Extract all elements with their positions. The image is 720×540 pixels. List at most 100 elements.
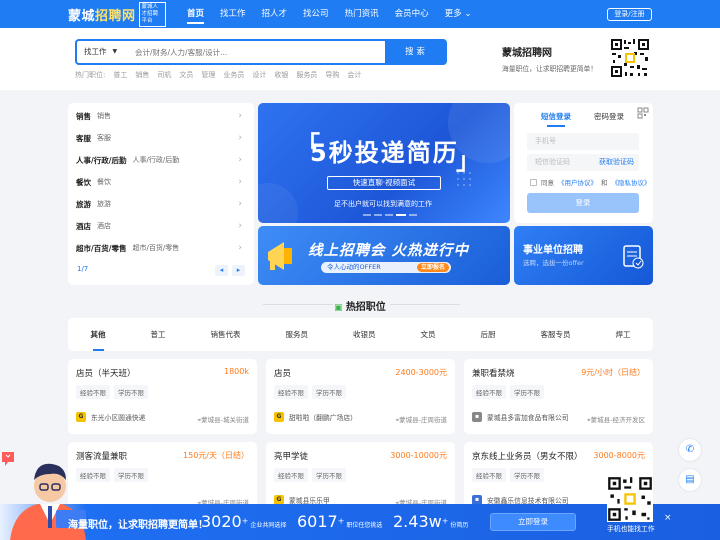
- agree-and: 和: [601, 179, 608, 187]
- caret-down-icon: ▼: [112, 48, 118, 55]
- next-page-button[interactable]: ▸: [232, 265, 245, 276]
- tab-sms-login[interactable]: 短信登录: [541, 111, 571, 127]
- chevron-right-icon: ›: [238, 199, 242, 209]
- promo-public-institution[interactable]: 事业单位招聘 选聘，选拔一份offer: [514, 226, 653, 285]
- job-salary: 2400-3000元: [395, 368, 447, 377]
- category-item[interactable]: 旅游 旅游 ›: [76, 193, 248, 215]
- get-code-button[interactable]: 获取验证码: [599, 154, 634, 171]
- job-title: 京东线上业务员（男女不限）: [472, 452, 583, 462]
- job-card[interactable]: 兼职看禁烧 9元/小时（日结） 经验不限 学历不限 ▪ 蒙城县多富加食品有限公司 ⌖…: [464, 359, 653, 434]
- hot-keyword[interactable]: 服务员: [296, 70, 317, 80]
- job-salary: 150元/天（日结）: [183, 451, 249, 460]
- search-button[interactable]: 搜 索: [385, 41, 445, 63]
- nav-find-company[interactable]: 找公司: [295, 0, 337, 28]
- banner-subtitle: 快速直聊·视频面试: [327, 176, 441, 190]
- job-salary: 3000-8000元: [593, 451, 645, 460]
- carousel-dot[interactable]: [363, 214, 371, 216]
- nav-member-center[interactable]: 会员中心: [387, 0, 437, 28]
- tab-welder[interactable]: 焊工: [616, 329, 631, 340]
- logo-part1: 蒙城: [68, 9, 96, 24]
- carousel-dot[interactable]: [409, 214, 417, 216]
- nav-find-job[interactable]: 找工作: [212, 0, 254, 28]
- category-item[interactable]: 客服 客服 ›: [76, 127, 248, 149]
- login-register-button[interactable]: 登录/注册: [607, 8, 652, 21]
- phone-contact-button[interactable]: ✆: [678, 438, 702, 462]
- agreement: 同意 《用户协议》和《隐私协议》: [530, 177, 651, 187]
- hot-keyword[interactable]: 导购: [325, 70, 339, 80]
- stat-resumes: 2.43w+份简历: [393, 512, 469, 531]
- company-name: 蒙城县多富加食品有限公司: [487, 414, 569, 422]
- tab-kitchen[interactable]: 后厨: [481, 329, 496, 340]
- hot-keyword[interactable]: 设计: [252, 70, 266, 80]
- job-location: ⌖蒙城县-庄周街道: [395, 414, 447, 425]
- carousel-dot[interactable]: [374, 214, 382, 216]
- search-input[interactable]: [127, 41, 385, 63]
- chevron-right-icon: ›: [238, 111, 242, 121]
- category-main: 酒店: [76, 221, 91, 231]
- tab-password-login[interactable]: 密码登录: [594, 111, 624, 122]
- nav-home[interactable]: 首页: [179, 0, 212, 28]
- tab-sales-rep[interactable]: 销售代表: [211, 329, 241, 340]
- hot-keyword[interactable]: 文员: [179, 70, 193, 80]
- stat-label: 份简历: [450, 522, 469, 529]
- job-location-text: 蒙城县-经济开发区: [590, 416, 645, 424]
- prev-page-button[interactable]: ◂: [215, 265, 228, 276]
- category-main: 旅游: [76, 199, 91, 209]
- job-card[interactable]: 店员（半天班） 1800k 经验不限 学历不限 G 东光小区圆通快递 ⌖蒙城县-城关…: [68, 359, 257, 434]
- carousel-dot-active[interactable]: [396, 214, 406, 216]
- hot-keyword[interactable]: 普工: [113, 70, 127, 80]
- tab-cashier[interactable]: 收银员: [353, 329, 376, 340]
- category-item[interactable]: 餐饮 餐饮 ›: [76, 171, 248, 193]
- search-type-select[interactable]: 找工作 ▼: [77, 41, 127, 63]
- hot-keyword[interactable]: 会计: [347, 70, 361, 80]
- category-item[interactable]: 销售 销售 ›: [76, 105, 248, 127]
- category-item[interactable]: 超市/百货/零售 超市/百货/零售 ›: [76, 237, 248, 259]
- category-item[interactable]: 酒店 酒店 ›: [76, 215, 248, 237]
- tab-waiter[interactable]: 服务员: [286, 329, 309, 340]
- agree-pre: 同意: [541, 179, 554, 187]
- job-location: ⌖蒙城县-城关街道: [197, 414, 249, 425]
- job-tag: 经验不限: [472, 385, 506, 399]
- tab-general-worker[interactable]: 普工: [151, 329, 166, 340]
- hot-keyword[interactable]: 销售: [135, 70, 149, 80]
- stat-number: 2.43w: [393, 512, 442, 531]
- nav-news[interactable]: 热门资讯: [337, 0, 387, 28]
- bottom-login-button[interactable]: 立即登录: [490, 513, 576, 531]
- tab-clerk[interactable]: 文员: [421, 329, 436, 340]
- login-submit-button[interactable]: 登录: [527, 193, 639, 213]
- privacy-agreement-link[interactable]: 《隐私协议》: [612, 177, 651, 187]
- tab-customer-service[interactable]: 客服专员: [541, 329, 571, 340]
- hot-keyword[interactable]: 司机: [157, 70, 171, 80]
- job-tag: 经验不限: [76, 385, 110, 399]
- chat-button[interactable]: ▤: [678, 468, 702, 492]
- close-icon[interactable]: ×: [664, 513, 672, 523]
- hot-keyword[interactable]: 管理: [201, 70, 215, 80]
- tab-other[interactable]: 其他: [91, 329, 106, 351]
- hot-keyword[interactable]: 收银: [274, 70, 288, 80]
- company-logo-icon: G: [274, 412, 284, 422]
- signup-button[interactable]: 立即报名: [416, 263, 449, 272]
- promo-subtitle: 选聘，选拔一份offer: [523, 259, 584, 267]
- hot-keyword[interactable]: 业务员: [223, 70, 244, 80]
- job-card[interactable]: 店员 2400-3000元 经验不限 学历不限 G 甜啦啦（翻鹏广场店） ⌖蒙城县-…: [266, 359, 455, 434]
- category-item[interactable]: 人事/行政/后勤 人事/行政/后勤 ›: [76, 149, 248, 171]
- job-title: 店员（半天班）: [76, 369, 136, 379]
- site-logo[interactable]: 蒙城招聘网 蒙城人才招聘平台: [68, 2, 166, 27]
- banner-title: 线上招聘会 火热进行中: [308, 243, 470, 259]
- phone-input[interactable]: 手机号: [527, 133, 639, 150]
- qr-corner-icon[interactable]: [637, 107, 649, 119]
- user-agreement-link[interactable]: 《用户协议》: [558, 177, 597, 187]
- section-title: ▣ 热招职位: [0, 298, 720, 313]
- stat-number: 6017: [297, 512, 338, 531]
- banner-online-fair[interactable]: 线上招聘会 火热进行中 令人心动的OFFER 立即报名: [258, 226, 510, 285]
- nav-more[interactable]: 更多 ⌄: [437, 0, 480, 28]
- medal-icon: ▣: [334, 303, 346, 313]
- nav-find-talent[interactable]: 招人才: [254, 0, 296, 28]
- carousel-dot[interactable]: [385, 214, 393, 216]
- sms-code-placeholder: 短信验证码: [535, 158, 570, 166]
- sms-code-input[interactable]: 短信验证码 获取验证码: [527, 154, 639, 171]
- search-type-label: 找工作: [84, 47, 107, 56]
- banner-resume[interactable]: 「 5秒投递简历 」 快速直聊·视频面试 足不出户就可以找到满意的工作: [258, 103, 510, 223]
- job-location-text: 蒙城县-庄周街道: [399, 416, 447, 424]
- agree-checkbox[interactable]: [530, 178, 537, 186]
